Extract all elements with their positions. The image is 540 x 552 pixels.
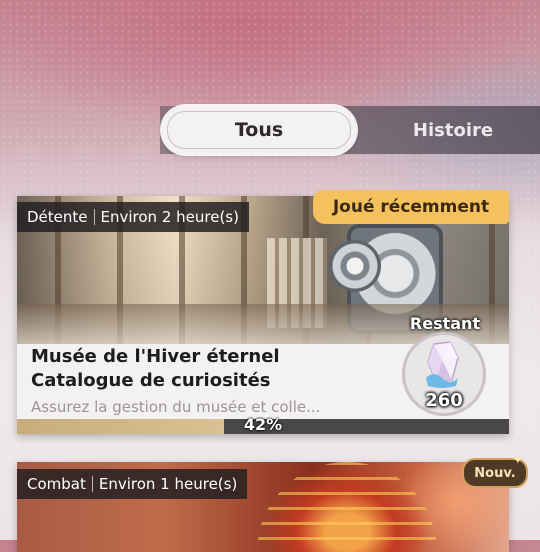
card-tags: Combat Environ 1 heure(s) [17, 469, 248, 499]
tab-histoire[interactable]: Histoire [380, 106, 526, 154]
card-title: Musée de l'Hiver éternel Catalogue de cu… [31, 345, 391, 393]
tab-tous[interactable]: Tous [162, 106, 356, 154]
artwork-gear [329, 240, 381, 292]
card-title-line-1: Musée de l'Hiver éternel [31, 346, 280, 367]
progress-percent: 42% [243, 415, 283, 434]
category-label: Combat [27, 475, 86, 493]
recently-played-badge: Joué récemment [313, 190, 509, 224]
crystal-icon [426, 341, 459, 388]
remaining-value: 260 [425, 390, 463, 411]
duration-label: Environ 2 heure(s) [100, 208, 239, 226]
card-tags: Détente Environ 2 heure(s) [17, 202, 249, 232]
artwork-creature [257, 462, 437, 552]
progress-bar: 42% [17, 415, 509, 434]
card-title-line-2: Catalogue de curiosités [31, 370, 271, 391]
card-description: Assurez la gestion du musée et colle... [31, 398, 321, 416]
category-label: Détente [27, 208, 88, 226]
duration-label: Environ 1 heure(s) [98, 475, 238, 493]
sparkle-icon: ✦ [512, 452, 524, 468]
tag-divider [93, 209, 95, 225]
tag-divider [91, 476, 93, 492]
tab-tous-label: Tous [167, 111, 351, 149]
remaining-label: Restant [409, 314, 481, 333]
